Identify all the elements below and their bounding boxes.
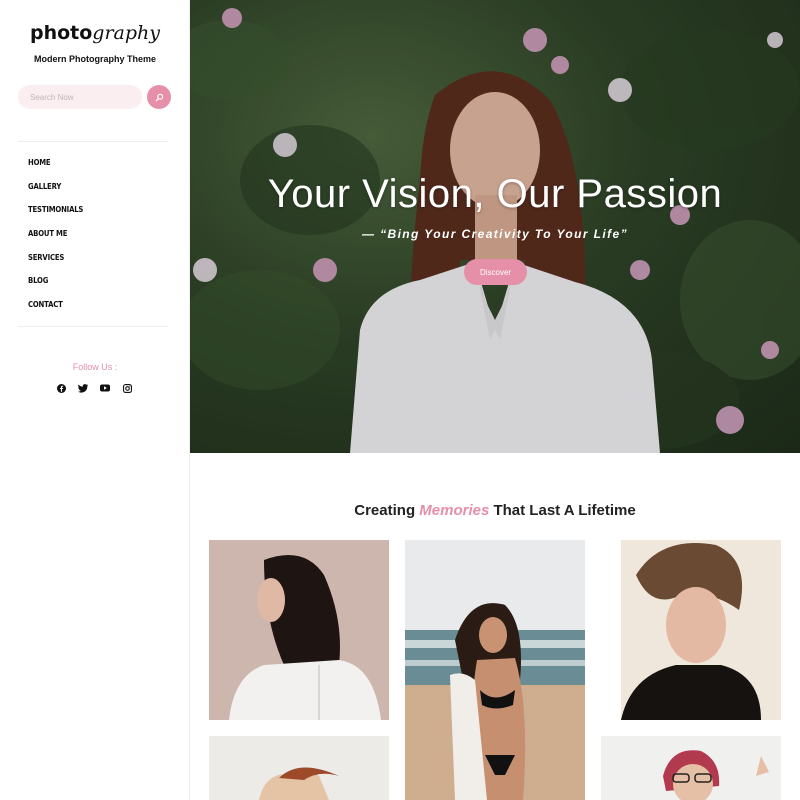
nav-item-home[interactable]: HOME: [28, 153, 83, 177]
nav-item-about-me[interactable]: ABOUT ME: [28, 224, 83, 248]
nav-item-contact[interactable]: CONTACT: [28, 295, 83, 319]
gallery-image: [209, 540, 389, 720]
gallery-heading: Creating Memories That Last A Lifetime: [190, 502, 800, 519]
follow-us-label: Follow Us :: [72, 362, 118, 372]
site-logo[interactable]: photography: [0, 22, 190, 45]
hero-title: Your Vision, Our Passion: [267, 172, 723, 216]
gallery-heading-prefix: Creating: [354, 502, 420, 519]
gallery-photo[interactable]: [209, 540, 389, 720]
nav-item-services[interactable]: SERVICES: [28, 248, 83, 272]
gallery-image: [209, 736, 389, 800]
gallery-photo[interactable]: [405, 540, 585, 800]
gallery-heading-accent: Memories: [419, 502, 490, 519]
gallery-image: [601, 736, 781, 800]
search-icon: [155, 90, 164, 105]
hero-banner: Your Vision, Our Passion — “Bing Your Cr…: [190, 0, 800, 453]
gallery-photo[interactable]: [209, 736, 389, 800]
gallery-photo[interactable]: [601, 736, 781, 800]
logo-bold-text: photo: [29, 22, 93, 44]
gallery-heading-suffix: That Last A Lifetime: [489, 502, 636, 519]
sidebar: photography Modern Photography Theme HOM…: [0, 0, 190, 800]
site-tagline: Modern Photography Theme: [33, 54, 156, 64]
divider: [18, 141, 168, 142]
nav-item-blog[interactable]: BLOG: [28, 271, 83, 295]
gallery-image: [405, 540, 585, 800]
search-input[interactable]: [18, 85, 142, 109]
instagram-icon[interactable]: [122, 383, 132, 393]
divider: [18, 326, 168, 327]
twitter-icon[interactable]: [78, 383, 88, 393]
search-button[interactable]: [147, 85, 171, 109]
facebook-icon[interactable]: [56, 383, 66, 393]
social-links: [56, 383, 132, 393]
nav-item-testimonials[interactable]: TESTIMONIALS: [28, 200, 83, 224]
nav-item-gallery[interactable]: GALLERY: [28, 177, 83, 201]
main-nav: HOME GALLERY TESTIMONIALS ABOUT ME SERVI…: [28, 153, 92, 319]
search-form: [18, 85, 172, 109]
discover-button[interactable]: Discover: [464, 259, 527, 285]
hero-subtitle: — “Bing Your Creativity To Your Life”: [361, 227, 629, 241]
logo-italic-text: graphy: [92, 22, 161, 44]
youtube-icon[interactable]: [100, 383, 110, 393]
gallery-photo[interactable]: [621, 540, 781, 720]
gallery-image: [621, 540, 781, 720]
